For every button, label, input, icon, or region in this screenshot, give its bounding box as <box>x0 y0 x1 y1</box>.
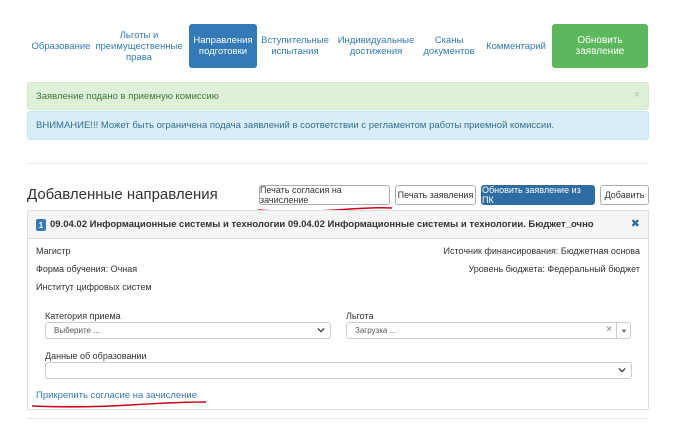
chevron-down-icon <box>317 327 325 333</box>
section-title: Добавленные направления <box>27 186 218 203</box>
info-alert: ВНИМАНИЕ!!! Может быть ограничена подача… <box>27 111 649 140</box>
select-divider <box>616 323 617 338</box>
direction-number-badge: 1 <box>36 219 46 231</box>
success-alert-text: Заявление подано в приемную комиссию <box>36 90 219 102</box>
degree-text: Магистр <box>36 246 71 256</box>
funding-source-text: Источник финансирования: Бюджетная основ… <box>443 246 640 256</box>
category-select-value: Выберите ... <box>54 326 100 335</box>
direction-title: 09.04.02 Информационные системы и технол… <box>50 219 594 230</box>
tab-entrance-exams[interactable]: Вступительные испытания <box>261 24 329 68</box>
caret-down-icon <box>621 329 627 333</box>
print-application-button[interactable]: Печать заявления <box>395 185 476 205</box>
budget-level-text: Уровень бюджета: Федеральный бюджет <box>468 264 640 274</box>
info-alert-text: ВНИМАНИЕ!!! Может быть ограничена подача… <box>36 120 555 131</box>
tab-scans[interactable]: Сканы документов <box>420 24 478 68</box>
tab-benefits[interactable]: Льготы и преимущественные права <box>95 24 182 68</box>
benefit-label: Льгота <box>346 311 374 321</box>
update-application-button[interactable]: Обновить заявление <box>552 24 648 68</box>
chevron-down-icon <box>618 367 626 373</box>
benefit-select[interactable]: Загрузка ... × <box>346 322 631 339</box>
tab-directions[interactable]: Направления подготовки <box>189 24 257 68</box>
success-alert: Заявление подано в приемную комиссию × <box>27 82 649 110</box>
divider <box>27 163 649 164</box>
direction-header: 1 09.04.02 Информационные системы и техн… <box>28 211 648 239</box>
education-label: Данные об образовании <box>45 351 147 361</box>
print-consent-button[interactable]: Печать согласия на зачисление <box>259 185 390 205</box>
tab-comment[interactable]: Комментарий <box>484 24 548 68</box>
clear-icon[interactable]: × <box>606 324 612 335</box>
study-form-text: Форма обучения: Очная <box>36 264 138 274</box>
update-from-pk-button[interactable]: Обновить заявление из ПК <box>481 185 595 205</box>
institute-text: Институт цифровых систем <box>36 282 152 292</box>
close-icon[interactable]: × <box>634 89 640 101</box>
benefit-select-value: Загрузка ... <box>355 326 397 335</box>
tab-education[interactable]: Образование <box>30 24 92 68</box>
education-select[interactable] <box>45 362 632 379</box>
tab-achievements[interactable]: Индивидуальные достижения <box>336 24 416 68</box>
remove-icon[interactable]: ✖ <box>631 217 640 230</box>
category-select[interactable]: Выберите ... <box>45 322 331 339</box>
divider <box>27 418 649 419</box>
annotation-underline <box>31 401 207 408</box>
direction-panel: 1 09.04.02 Информационные системы и техн… <box>27 210 649 410</box>
add-button[interactable]: Добавить <box>600 185 649 205</box>
category-label: Категория приема <box>45 311 121 321</box>
